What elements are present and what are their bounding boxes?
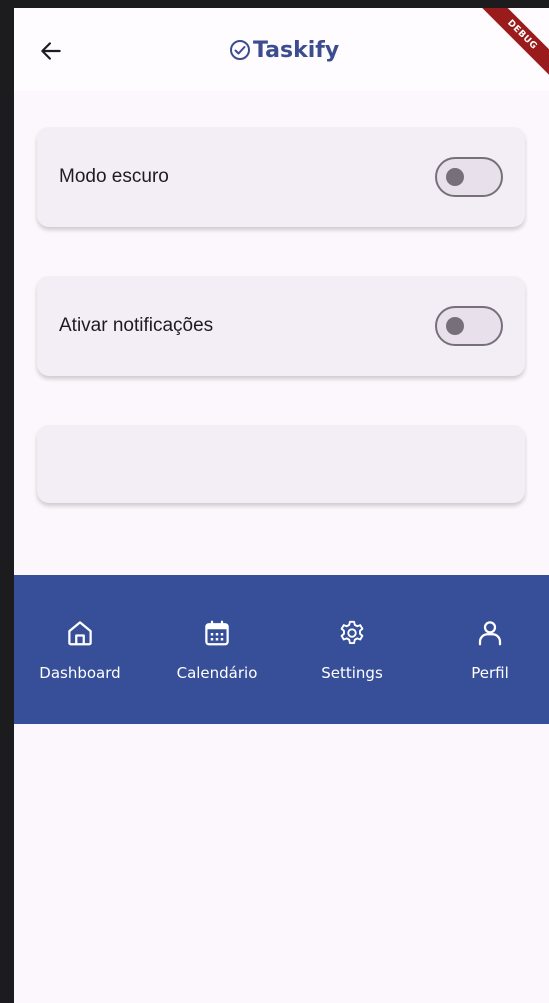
nav-label-settings: Settings [321,664,383,682]
nav-item-settings[interactable]: Settings [292,575,412,724]
empty-card[interactable] [37,425,525,503]
person-icon [478,621,502,646]
nav-label-dashboard: Dashboard [39,664,121,682]
home-icon [68,621,92,646]
dark-mode-toggle[interactable] [435,157,503,197]
nav-label-calendar: Calendário [176,664,258,682]
nav-item-profile[interactable]: Perfil [430,575,549,724]
dark-mode-card: Modo escuro [37,127,525,227]
debug-banner: DEBUG [469,8,549,88]
arrow-left-icon [41,42,61,60]
calendar-icon [205,620,229,646]
check-circle-icon [230,40,250,60]
nav-item-dashboard[interactable]: Dashboard [20,575,140,724]
app-screen: Taskify DEBUG Modo escuro Ativar notific… [14,8,549,1003]
dark-mode-label: Modo escuro [59,166,169,187]
app-bar: Taskify DEBUG [14,8,549,91]
gear-icon [340,620,364,644]
back-button[interactable] [38,38,64,64]
notifications-card: Ativar notificações [37,276,525,376]
nav-label-profile: Perfil [471,664,509,682]
notifications-toggle[interactable] [435,306,503,346]
toggle-knob [446,317,464,335]
bottom-navigation: Dashboard Calendário Settings Perfil [14,575,549,724]
toggle-knob [446,168,464,186]
nav-item-calendar[interactable]: Calendário [157,575,277,724]
notifications-label: Ativar notificações [59,315,214,336]
app-title: Taskify [228,32,339,68]
app-title-text: Taskify [253,37,340,63]
